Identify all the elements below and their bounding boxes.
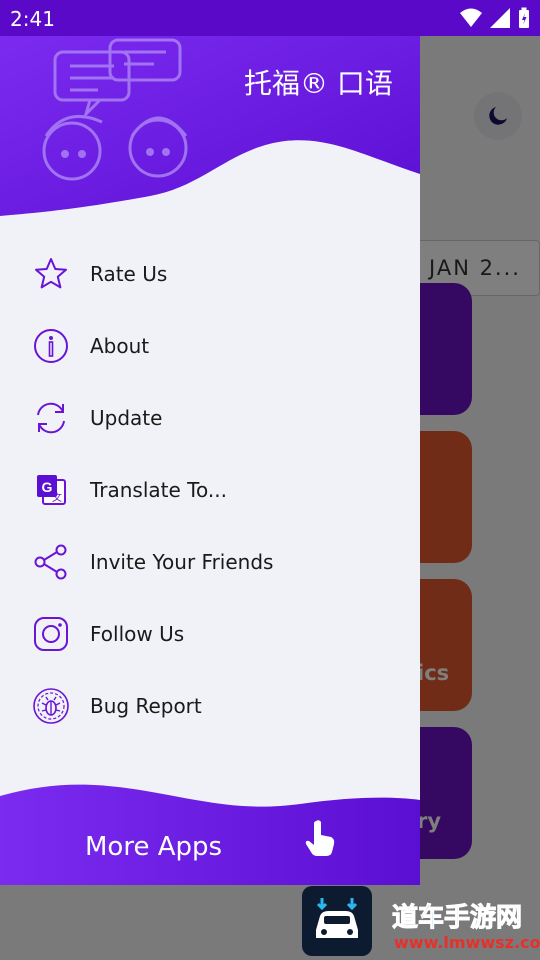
pointing-hand-icon[interactable] xyxy=(302,818,338,858)
battery-icon xyxy=(519,7,529,28)
watermark-url: www.lmwwsz.com xyxy=(394,933,540,952)
share-icon xyxy=(32,543,70,581)
navigation-drawer: 托福® 口语 Rate Us About Update G文 Translate… xyxy=(0,36,420,885)
more-apps-label[interactable]: More Apps xyxy=(85,832,222,862)
menu-item-invite[interactable]: Invite Your Friends xyxy=(0,526,420,598)
status-time: 2:41 xyxy=(10,7,55,31)
bug-icon xyxy=(32,687,70,725)
instagram-icon xyxy=(32,615,70,653)
menu-item-label: Translate To... xyxy=(90,478,227,502)
menu-item-follow-us[interactable]: Follow Us xyxy=(0,598,420,670)
signal-icon xyxy=(490,8,510,28)
menu-item-rate-us[interactable]: Rate Us xyxy=(0,238,420,310)
svg-text:文: 文 xyxy=(52,491,62,504)
menu-item-bug-report[interactable]: Bug Report xyxy=(0,670,420,742)
menu-item-label: Invite Your Friends xyxy=(90,550,274,574)
refresh-icon xyxy=(32,399,70,437)
status-icons xyxy=(460,7,530,29)
drawer-title: 托福® 口语 xyxy=(244,67,393,100)
car-icon xyxy=(316,898,358,938)
menu-item-label: Bug Report xyxy=(90,694,202,718)
star-icon xyxy=(32,255,70,293)
app-ad-icon[interactable] xyxy=(302,886,372,956)
menu-item-translate[interactable]: G文 Translate To... xyxy=(0,454,420,526)
wifi-icon xyxy=(460,8,482,27)
info-icon xyxy=(32,327,70,365)
menu-item-about[interactable]: About xyxy=(0,310,420,382)
menu-item-label: Rate Us xyxy=(90,262,168,286)
watermark-title: 道车手游网 xyxy=(392,902,522,933)
status-bar: 2:41 xyxy=(0,0,540,36)
svg-text:G: G xyxy=(42,479,53,495)
menu-item-label: About xyxy=(90,334,150,358)
menu-item-label: Update xyxy=(90,406,163,430)
menu-item-update[interactable]: Update xyxy=(0,382,420,454)
translate-icon: G文 xyxy=(32,471,70,509)
menu-item-label: Follow Us xyxy=(90,622,185,646)
watermark: 道车手游网 www.lmwwsz.com xyxy=(392,902,540,953)
